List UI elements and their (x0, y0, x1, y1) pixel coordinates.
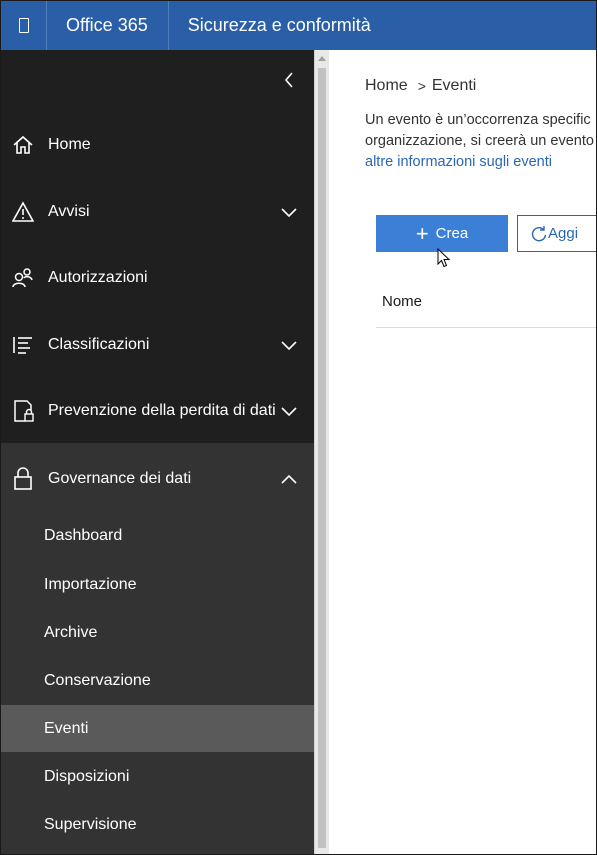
breadcrumb: Home > Eventi (365, 77, 476, 95)
sidebar-subitem-events[interactable]: Eventi (1, 705, 314, 752)
sidebar-subitem-dashboard[interactable]: Dashboard (1, 512, 314, 559)
lock-icon (11, 467, 35, 491)
chevron-down-icon (281, 407, 297, 417)
table-header-divider (376, 327, 596, 328)
refresh-button[interactable]: Aggi (517, 215, 596, 252)
sidebar-item-permissions[interactable]: Autorizzazioni (1, 245, 314, 311)
sidebar-item-label: Prevenzione della perdita di dati (48, 402, 276, 419)
create-button-label: Crea (435, 225, 469, 242)
sidebar-item-data-governance[interactable]: Governance dei dati (1, 446, 314, 512)
refresh-icon (531, 226, 547, 242)
app-title[interactable]: Office 365 (47, 1, 169, 50)
breadcrumb-home-link[interactable]: Home (365, 77, 408, 95)
chevron-down-icon (281, 208, 297, 218)
sidebar-item-classifications[interactable]: Classificazioni (1, 312, 314, 378)
app-launcher-icon (18, 18, 29, 33)
chevron-down-icon (281, 341, 297, 351)
plus-icon: + (415, 220, 429, 246)
section-title[interactable]: Sicurezza e conformità (169, 15, 371, 36)
mouse-cursor-icon (437, 248, 451, 268)
sidebar-item-label: Avvisi (48, 203, 90, 220)
sidebar-item-label: Home (48, 136, 91, 153)
sidebar-scrollbar[interactable] (314, 50, 329, 854)
top-bar: Office 365 Sicurezza e conformità (1, 1, 596, 50)
scroll-up-arrow-icon[interactable] (318, 56, 326, 61)
sidebar-item-alerts[interactable]: Avvisi (1, 179, 314, 245)
breadcrumb-separator: > (417, 78, 426, 94)
warning-icon (11, 200, 35, 224)
scroll-thumb[interactable] (318, 68, 326, 848)
description-line-2: organizzazione, si creerà un evento (365, 133, 594, 149)
table-header-name[interactable]: Nome (382, 293, 422, 310)
chevron-up-icon (281, 474, 297, 484)
chevron-left-icon (284, 72, 293, 88)
sidebar-item-label: Governance dei dati (48, 470, 192, 487)
page-description: Un evento è un’occorrenza specific organ… (365, 110, 596, 173)
refresh-button-label: Aggi (548, 225, 579, 242)
sidebar-item-label: Autorizzazioni (48, 269, 148, 286)
breadcrumb-current: Eventi (431, 77, 477, 94)
data-governance-section: Governance dei dati Dashboard Importazio… (1, 443, 314, 854)
home-icon (11, 133, 35, 157)
sidebar-subitem-dispositions[interactable]: Disposizioni (1, 753, 314, 800)
main-content: Home > Eventi Un evento è un’occorrenza … (329, 50, 596, 854)
learn-more-link[interactable]: altre informazioni sugli eventi (365, 152, 596, 173)
sidebar: Home Avvisi Autorizzazioni Classificazio… (1, 50, 314, 854)
sidebar-item-dlp[interactable]: Prevenzione della perdita di dati (1, 378, 314, 444)
sidebar-subitem-archive[interactable]: Archive (1, 609, 314, 656)
description-line-1: Un evento è un’occorrenza specific (365, 112, 591, 128)
sidebar-item-home[interactable]: Home (1, 112, 314, 178)
app-launcher-button[interactable] (1, 1, 47, 50)
sidebar-subitem-import[interactable]: Importazione (1, 561, 314, 608)
document-lock-icon (11, 399, 35, 423)
collapse-nav-button[interactable] (277, 68, 301, 92)
create-button[interactable]: + Crea (376, 215, 508, 252)
sidebar-subitem-supervision[interactable]: Supervisione (1, 801, 314, 848)
sidebar-item-label: Classificazioni (48, 336, 150, 353)
sidebar-subitem-retention[interactable]: Conservazione (1, 657, 314, 704)
list-icon (11, 333, 35, 357)
people-icon (11, 266, 35, 290)
